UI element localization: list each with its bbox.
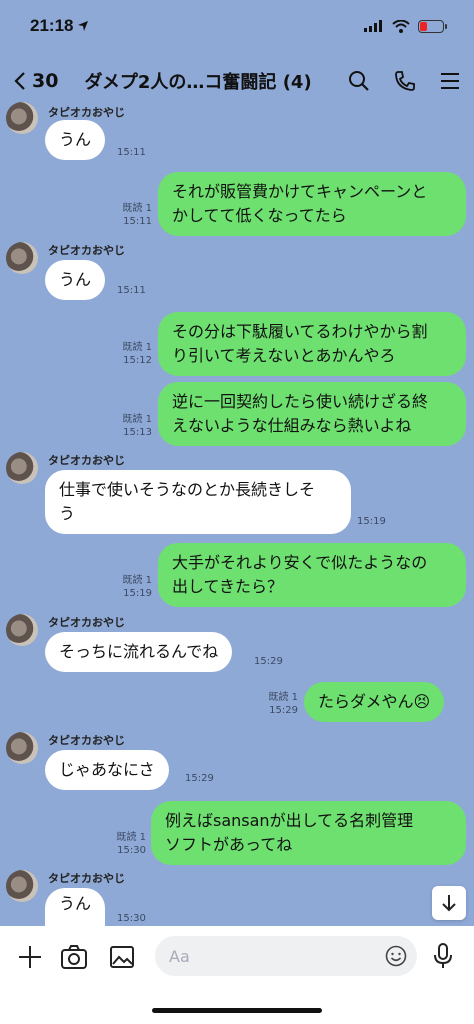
camera-icon[interactable] xyxy=(60,944,88,970)
incoming-message[interactable]: そっちに流れるんでね xyxy=(45,632,233,672)
sender-name: タピオカおやじ xyxy=(48,616,125,629)
chat-title[interactable]: ダメプ2人の…コ奮闘記 (4) xyxy=(84,68,348,94)
arrow-down-icon xyxy=(442,895,456,912)
input-placeholder: Aa xyxy=(169,946,190,966)
message-line: ソフトがあってね xyxy=(165,835,293,854)
emoji-icon[interactable] xyxy=(385,945,407,967)
message-line: 大手がそれより安くで似たようなの xyxy=(172,553,428,572)
message-time: 15:11 xyxy=(123,216,152,227)
message-time: 15:29 xyxy=(269,705,298,716)
message-line: かしてて低くなってたら xyxy=(172,206,347,225)
phone-icon[interactable] xyxy=(394,70,416,92)
outgoing-message[interactable]: たらダメやん😣 xyxy=(304,682,445,722)
message-time: 15:29 xyxy=(254,656,283,667)
read-receipt: 既読 1 xyxy=(122,342,152,353)
message-time: 15:19 xyxy=(357,516,386,527)
image-icon[interactable] xyxy=(109,944,135,970)
outgoing-message[interactable]: 大手がそれより安くで似たようなの 出してきたら？ xyxy=(158,543,466,607)
microphone-icon[interactable] xyxy=(433,942,453,970)
back-button[interactable]: 30 xyxy=(14,70,58,92)
message-time: 15:30 xyxy=(117,845,146,856)
chat-header: 30 ダメプ2人の…コ奮闘記 (4) xyxy=(0,56,474,106)
avatar[interactable] xyxy=(6,102,38,134)
message-time: 15:13 xyxy=(123,427,152,438)
sender-name: タピオカおやじ xyxy=(48,244,125,257)
message-time: 15:12 xyxy=(123,355,152,366)
outgoing-message[interactable]: それが販管費かけてキャンペーンと かしてて低くなってたら xyxy=(158,172,466,236)
sender-name: タピオカおやじ xyxy=(48,734,125,747)
location-arrow-icon xyxy=(78,21,89,31)
message-line: えないような仕組みなら熱いよね xyxy=(172,416,412,435)
message-line: 仕事で使いそうなのとか長続きしそ xyxy=(59,480,316,499)
read-receipt: 既読 1 xyxy=(116,832,146,843)
back-count: 30 xyxy=(32,70,59,92)
read-receipt: 既読 1 xyxy=(122,414,152,425)
status-time: 21:18 xyxy=(30,16,74,35)
avatar[interactable] xyxy=(6,452,38,484)
sender-name: タピオカおやじ xyxy=(48,106,125,119)
message-time: 15:11 xyxy=(117,147,146,158)
message-meta: 既読 1 15:12 xyxy=(112,341,152,367)
signal-icon xyxy=(364,20,382,32)
message-time: 15:30 xyxy=(117,913,146,924)
message-time: 15:11 xyxy=(117,285,146,296)
menu-icon[interactable] xyxy=(440,72,460,90)
message-line: う xyxy=(59,504,76,523)
incoming-message[interactable]: 仕事で使いそうなのとか長続きしそ う xyxy=(45,470,351,534)
avatar[interactable] xyxy=(6,732,38,764)
scroll-to-bottom-button[interactable] xyxy=(432,886,466,920)
sender-name: タピオカおやじ xyxy=(48,454,125,467)
outgoing-message[interactable]: その分は下駄履いてるわけやから割 り引いて考えないとあかんやろ xyxy=(158,312,466,376)
message-time: 15:19 xyxy=(123,588,152,599)
chat-area[interactable]: タピオカおやじ うん 15:11 既読 1 15:11 それが販管費かけてキャン… xyxy=(0,0,474,926)
message-input[interactable]: Aa xyxy=(155,936,417,976)
message-meta: 既読 1 15:30 xyxy=(110,831,146,857)
battery-icon xyxy=(418,19,447,33)
outgoing-message[interactable]: 逆に一回契約したら使い続けざる終 えないような仕組みなら熱いよね xyxy=(158,382,466,446)
plus-icon[interactable] xyxy=(17,944,43,970)
sender-name: タピオカおやじ xyxy=(48,872,125,885)
outgoing-message[interactable]: 例えばsansanが出してる名刺管理 ソフトがあってね xyxy=(151,801,466,865)
message-line: 逆に一回契約したら使い続けざる終 xyxy=(172,392,429,411)
message-meta: 既読 1 15:29 xyxy=(262,691,298,717)
message-line: その分は下駄履いてるわけやから割 xyxy=(172,322,428,341)
incoming-message[interactable]: うん xyxy=(45,120,106,160)
home-indicator xyxy=(152,1008,322,1013)
read-receipt: 既読 1 xyxy=(122,203,152,214)
avatar[interactable] xyxy=(6,870,38,902)
message-meta: 既読 1 15:11 xyxy=(112,202,152,228)
search-icon[interactable] xyxy=(348,70,370,92)
wifi-icon xyxy=(392,19,410,33)
read-receipt: 既読 1 xyxy=(268,692,298,703)
message-meta: 既読 1 15:19 xyxy=(112,574,152,600)
message-line: 例えばsansanが出してる名刺管理 xyxy=(165,811,414,830)
message-line: それが販管費かけてキャンペーンと xyxy=(172,182,428,201)
message-meta: 既読 1 15:13 xyxy=(112,413,152,439)
message-time: 15:29 xyxy=(185,773,214,784)
incoming-message[interactable]: じゃあなにさ xyxy=(45,750,169,790)
message-line: り引いて考えないとあかんやろ xyxy=(172,346,396,365)
avatar[interactable] xyxy=(6,614,38,646)
message-line: 出してきたら？ xyxy=(172,577,284,596)
read-receipt: 既読 1 xyxy=(122,575,152,586)
chevron-left-icon xyxy=(14,72,25,90)
input-bar: Aa xyxy=(0,926,474,1024)
incoming-message[interactable]: うん xyxy=(45,888,106,926)
incoming-message[interactable]: うん xyxy=(45,260,106,300)
status-bar: 21:18 xyxy=(0,0,474,52)
avatar[interactable] xyxy=(6,242,38,274)
